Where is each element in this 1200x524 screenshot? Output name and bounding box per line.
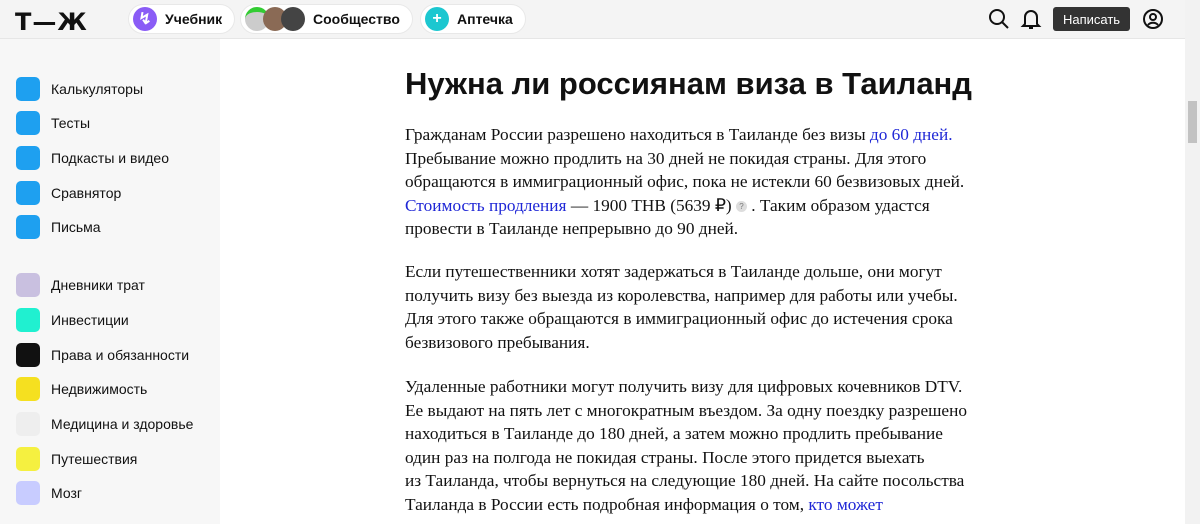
text-run: один раз на полгода не покидая страны. П… — [405, 447, 925, 467]
article-link[interactable]: кто может — [808, 495, 883, 514]
bell-icon[interactable] — [1020, 8, 1042, 30]
text-run: получить визу без выезда из королевства,… — [405, 285, 958, 305]
sidebar-item-icon — [16, 343, 40, 367]
text-run: Таиланда в России есть подробная информа… — [405, 494, 809, 514]
sidebar: Калькуляторы Тесты Подкасты и видео Сравнят… — [0, 39, 220, 524]
top-header: Т—Ж ↯ Учебник Сообщество + Аптечка Напис… — [0, 0, 1185, 39]
sidebar-item[interactable]: Сравнятор — [16, 181, 121, 205]
article-paragraph: Если путешественники хотят задержаться в… — [405, 260, 958, 354]
lightning-icon: ↯ — [133, 7, 157, 31]
community-avatars-icon — [245, 7, 305, 31]
sidebar-item-icon — [16, 181, 40, 205]
sidebar-item[interactable]: Подкасты и видео — [16, 146, 169, 170]
sidebar-item-label: Медицина и здоровье — [51, 416, 194, 432]
text-run: Гражданам России разрешено находиться в … — [405, 125, 870, 144]
text-run: Пребывание можно продлить на 30 дней не … — [405, 148, 927, 168]
sidebar-item-icon — [16, 481, 40, 505]
nav-community[interactable]: Сообщество — [240, 4, 413, 34]
sidebar-item-label: Тесты — [51, 115, 91, 131]
nav-label: Аптечка — [457, 11, 513, 27]
nav-textbook[interactable]: ↯ Учебник — [128, 4, 236, 34]
sidebar-item-icon — [16, 447, 40, 471]
sidebar-item[interactable]: Калькуляторы — [16, 77, 143, 101]
article-paragraph: Гражданам России разрешено находиться в … — [405, 123, 964, 241]
article-paragraph: Удаленные работники могут получить визу … — [405, 375, 967, 517]
scrollbar-thumb[interactable] — [1188, 101, 1197, 143]
search-icon[interactable] — [988, 8, 1010, 30]
article-link[interactable]: Стоимость продления — [405, 196, 567, 215]
sidebar-item[interactable]: Путешествия — [16, 447, 137, 471]
sidebar-item[interactable]: Письма — [16, 215, 101, 239]
help-icon[interactable]: ? — [735, 200, 747, 212]
sidebar-item-label: Дневники трат — [51, 277, 145, 293]
sidebar-item-label: Права и обязанности — [51, 347, 190, 363]
sidebar-item-icon — [16, 308, 40, 332]
sidebar-item[interactable]: Инвестиции — [16, 308, 129, 332]
sidebar-item-label: Мозг — [51, 485, 82, 501]
text-run: Удаленные работники могут получить визу … — [405, 377, 963, 396]
text-run: безвизового пребывания. — [405, 332, 590, 352]
sidebar-item-icon — [16, 273, 40, 297]
sidebar-item-icon — [16, 111, 40, 135]
sidebar-item[interactable]: Медицина и здоровье — [16, 412, 193, 436]
sidebar-item-label: Сравнятор — [51, 185, 122, 201]
nav-label: Учебник — [165, 11, 223, 27]
sidebar-item[interactable]: Права и обязанности — [16, 343, 189, 367]
text-run: из Таиланда, чтобы вернуться на следующи… — [405, 471, 965, 491]
sidebar-item-icon — [16, 77, 40, 101]
sidebar-item-label: Письма — [51, 219, 101, 235]
sidebar-item-label: Подкасты и видео — [51, 150, 170, 166]
write-button[interactable]: Написать — [1053, 7, 1130, 31]
nav-first-aid[interactable]: + Аптечка — [420, 4, 526, 34]
sidebar-item-icon — [16, 412, 40, 436]
sidebar-item-label: Инвестиции — [51, 312, 129, 328]
page-title: Нужна ли россиянам виза в Таиланд — [405, 66, 972, 101]
text-run: находиться в Таиланде до 180 дней, а зат… — [405, 424, 943, 444]
sidebar-item[interactable]: Тесты — [16, 111, 90, 135]
profile-icon[interactable] — [1142, 8, 1164, 30]
text-run: обращаются в иммиграционный офис, пока н… — [405, 172, 965, 192]
text-run: — 1900 THB (5639 ₽) — [566, 195, 736, 215]
sidebar-item-label: Калькуляторы — [51, 81, 144, 97]
text-run: провести в Таиланде непрерывно до 90 дне… — [405, 219, 739, 239]
sidebar-item-icon — [16, 146, 40, 170]
nav-label: Сообщество — [313, 11, 400, 27]
text-run: Если путешественники хотят задержаться в… — [405, 262, 942, 281]
text-run: Для этого также обращаются в иммиграцион… — [405, 309, 953, 329]
sidebar-item-label: Недвижимость — [51, 381, 148, 397]
logo[interactable]: Т—Ж — [15, 8, 88, 36]
plus-icon: + — [425, 7, 449, 31]
sidebar-item[interactable]: Дневники трат — [16, 273, 145, 297]
article-link[interactable]: до 60 дней. — [870, 125, 953, 144]
sidebar-item[interactable]: Мозг — [16, 481, 82, 505]
text-run: Ее выдают на пять лет с многократным въе… — [405, 400, 967, 420]
scrollbar[interactable] — [1185, 0, 1200, 524]
sidebar-item-icon — [16, 377, 40, 401]
text-run: . Таким образом удастся — [746, 195, 930, 215]
sidebar-item-icon — [16, 215, 40, 239]
sidebar-item-label: Путешествия — [51, 451, 138, 467]
sidebar-item[interactable]: Недвижимость — [16, 377, 147, 401]
